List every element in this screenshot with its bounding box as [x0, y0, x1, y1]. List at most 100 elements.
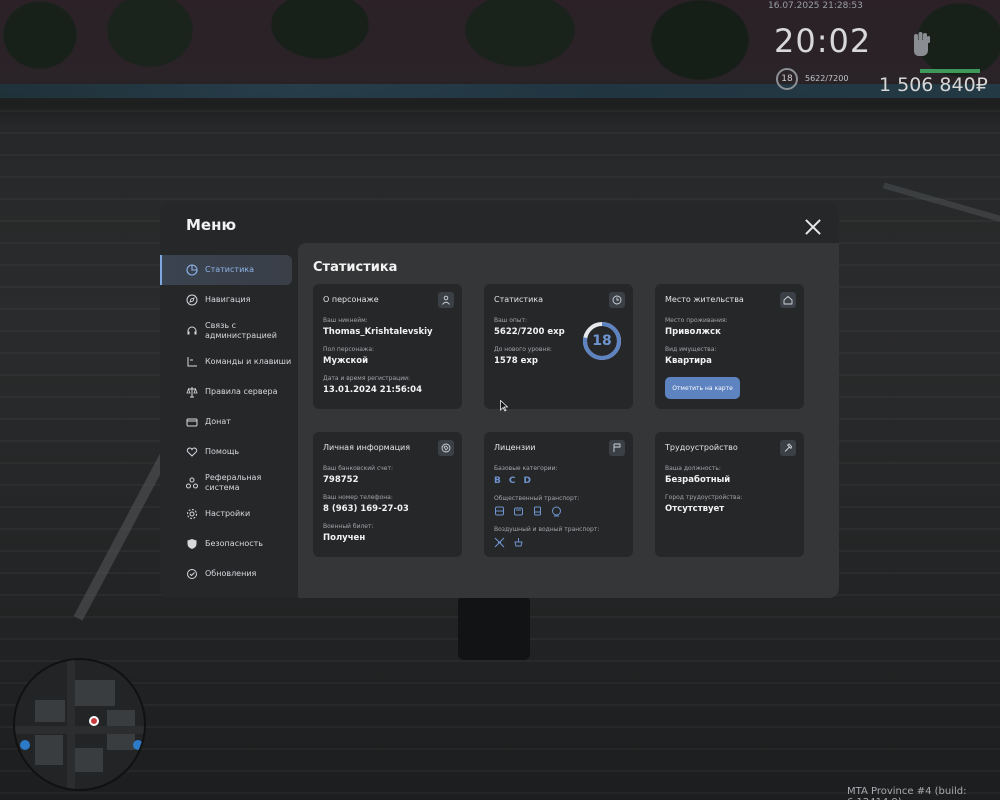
heart-hand-icon	[186, 446, 198, 458]
property-type-value: Квартира	[665, 356, 712, 366]
close-button[interactable]	[804, 218, 822, 236]
hud-money: 1 506 840₽	[879, 74, 988, 96]
minimap	[13, 658, 146, 791]
public-transport-icons	[494, 506, 623, 517]
build-info: MTA Province #4 (build: 6.12414.9)	[847, 786, 967, 800]
position-label: Ваша должность:	[665, 465, 721, 472]
registration-value: 13.01.2024 21:56:04	[323, 385, 423, 395]
license-category: C	[508, 476, 516, 486]
page-title: Статистика	[313, 260, 398, 275]
base-categories: B C D	[494, 476, 623, 486]
plane-icon	[494, 537, 505, 548]
sidebar-item-label: Правила сервера	[205, 387, 278, 396]
license-category: B	[494, 476, 501, 486]
hammer-icon	[780, 440, 796, 456]
map-marker	[20, 740, 30, 750]
card-residence: Место жительства Место проживания: Приво…	[655, 284, 804, 409]
sidebar-item-label: Донат	[205, 417, 231, 426]
person-icon	[438, 292, 454, 308]
sidebar-item-updates[interactable]: Обновления	[160, 559, 298, 589]
sidebar-item-label: Обновления	[205, 569, 257, 578]
card-title: Место жительства	[665, 295, 744, 304]
sidebar-item-donate[interactable]: Донат	[160, 407, 298, 437]
sidebar-item-settings[interactable]: Настройки	[160, 499, 298, 529]
military-id-label: Военный билет:	[323, 523, 374, 530]
player-marker	[89, 716, 99, 726]
content-area: Статистика О персонаже Ваш никнейм: Thom…	[298, 243, 839, 598]
pie-chart-icon	[186, 264, 198, 276]
registration-label: Дата и время регистрации:	[323, 375, 411, 382]
clock-icon	[609, 292, 625, 308]
bus-icon	[494, 506, 505, 517]
license-category: D	[523, 476, 531, 486]
sidebar-item-label: Настройки	[205, 509, 251, 518]
sidebar-item-label: Команды и клавиши	[205, 357, 292, 366]
license-icon	[609, 440, 625, 456]
nickname-value: Thomas_Krishtalevskiy	[323, 327, 433, 337]
sidebar: Статистика Навигация Связь с администрац…	[160, 255, 298, 589]
sex-label: Пол персонажа:	[323, 346, 375, 353]
base-categories-label: Базовые категории:	[494, 465, 558, 472]
residence-place-value: Приволжск	[665, 327, 721, 337]
sidebar-item-contact-admin[interactable]: Связь с администрацией	[160, 315, 298, 347]
job-city-value: Отсутствует	[665, 504, 725, 514]
compass-icon	[186, 294, 198, 306]
sidebar-item-label: Навигация	[205, 295, 251, 304]
sidebar-item-label: Связь с администрацией	[205, 321, 277, 340]
health-bar	[920, 69, 980, 73]
hud-date: 16.07.2025 21:28:53	[768, 1, 863, 11]
bank-account-label: Ваш банковский счет:	[323, 465, 394, 472]
card-title: Личная информация	[323, 443, 411, 452]
military-id-value: Получен	[323, 533, 366, 543]
job-city-label: Город трудоустройства:	[665, 494, 743, 501]
phone-value: 8 (963) 169-27-03	[323, 504, 409, 514]
card-character: О персонаже Ваш никнейм: Thomas_Krishtal…	[313, 284, 462, 409]
nickname-label: Ваш никнейм:	[323, 317, 368, 324]
card-licenses: Лицензии Базовые категории: B C D Общест…	[484, 432, 633, 557]
metro-icon	[551, 506, 562, 517]
fist-icon	[906, 28, 936, 58]
card-employment: Трудоустройство Ваша должность: Безработ…	[655, 432, 804, 557]
trolleybus-icon	[513, 506, 524, 517]
bridge	[0, 84, 1000, 98]
sidebar-item-commands[interactable]: Команды и клавиши	[160, 347, 298, 377]
sidebar-item-label: Помощь	[205, 447, 240, 456]
air-water-transport-label: Воздушный и водный транспорт:	[494, 526, 600, 533]
card-title: Лицензии	[494, 443, 536, 452]
sidebar-item-referral[interactable]: Реферальная система	[160, 467, 298, 499]
sidebar-item-security[interactable]: Безопасность	[160, 529, 298, 559]
card-title: О персонаже	[323, 295, 379, 304]
sidebar-item-navigation[interactable]: Навигация	[160, 285, 298, 315]
sidebar-item-label: Безопасность	[205, 539, 263, 548]
property-type-label: Вид имущества:	[665, 346, 717, 353]
map-marker	[133, 740, 143, 750]
mark-on-map-button[interactable]: Отметить на карте	[665, 377, 740, 399]
mouse-cursor	[500, 400, 508, 412]
sidebar-item-help[interactable]: Помощь	[160, 437, 298, 467]
sidebar-item-rules[interactable]: Правила сервера	[160, 377, 298, 407]
keyboard-icon	[186, 356, 198, 368]
scales-icon	[186, 386, 198, 398]
gear-icon	[186, 508, 198, 520]
card-title: Статистика	[494, 295, 543, 304]
bank-account-value: 798752	[323, 475, 359, 485]
hud-time: 20:02	[774, 22, 872, 60]
position-value: Безработный	[665, 475, 731, 485]
sidebar-item-label: Статистика	[205, 265, 254, 274]
sex-value: Мужской	[323, 356, 369, 366]
sidebar-item-statistics[interactable]: Статистика	[160, 255, 292, 285]
home-icon	[780, 292, 796, 308]
phone-label: Ваш номер телефона:	[323, 494, 393, 501]
residence-place-label: Место проживания:	[665, 317, 728, 324]
card-title: Трудоустройство	[665, 443, 738, 452]
refresh-icon	[186, 568, 198, 580]
card-personal-info: Личная информация Ваш банковский счет: 7…	[313, 432, 462, 557]
hud-level: 18	[776, 68, 798, 90]
headset-icon	[186, 325, 198, 337]
level-value: 18	[592, 333, 612, 349]
shield-icon	[186, 538, 198, 550]
referral-icon	[186, 477, 198, 489]
sidebar-item-label: Реферальная система	[205, 473, 262, 492]
player-character	[458, 596, 530, 660]
globe-icon	[438, 440, 454, 456]
